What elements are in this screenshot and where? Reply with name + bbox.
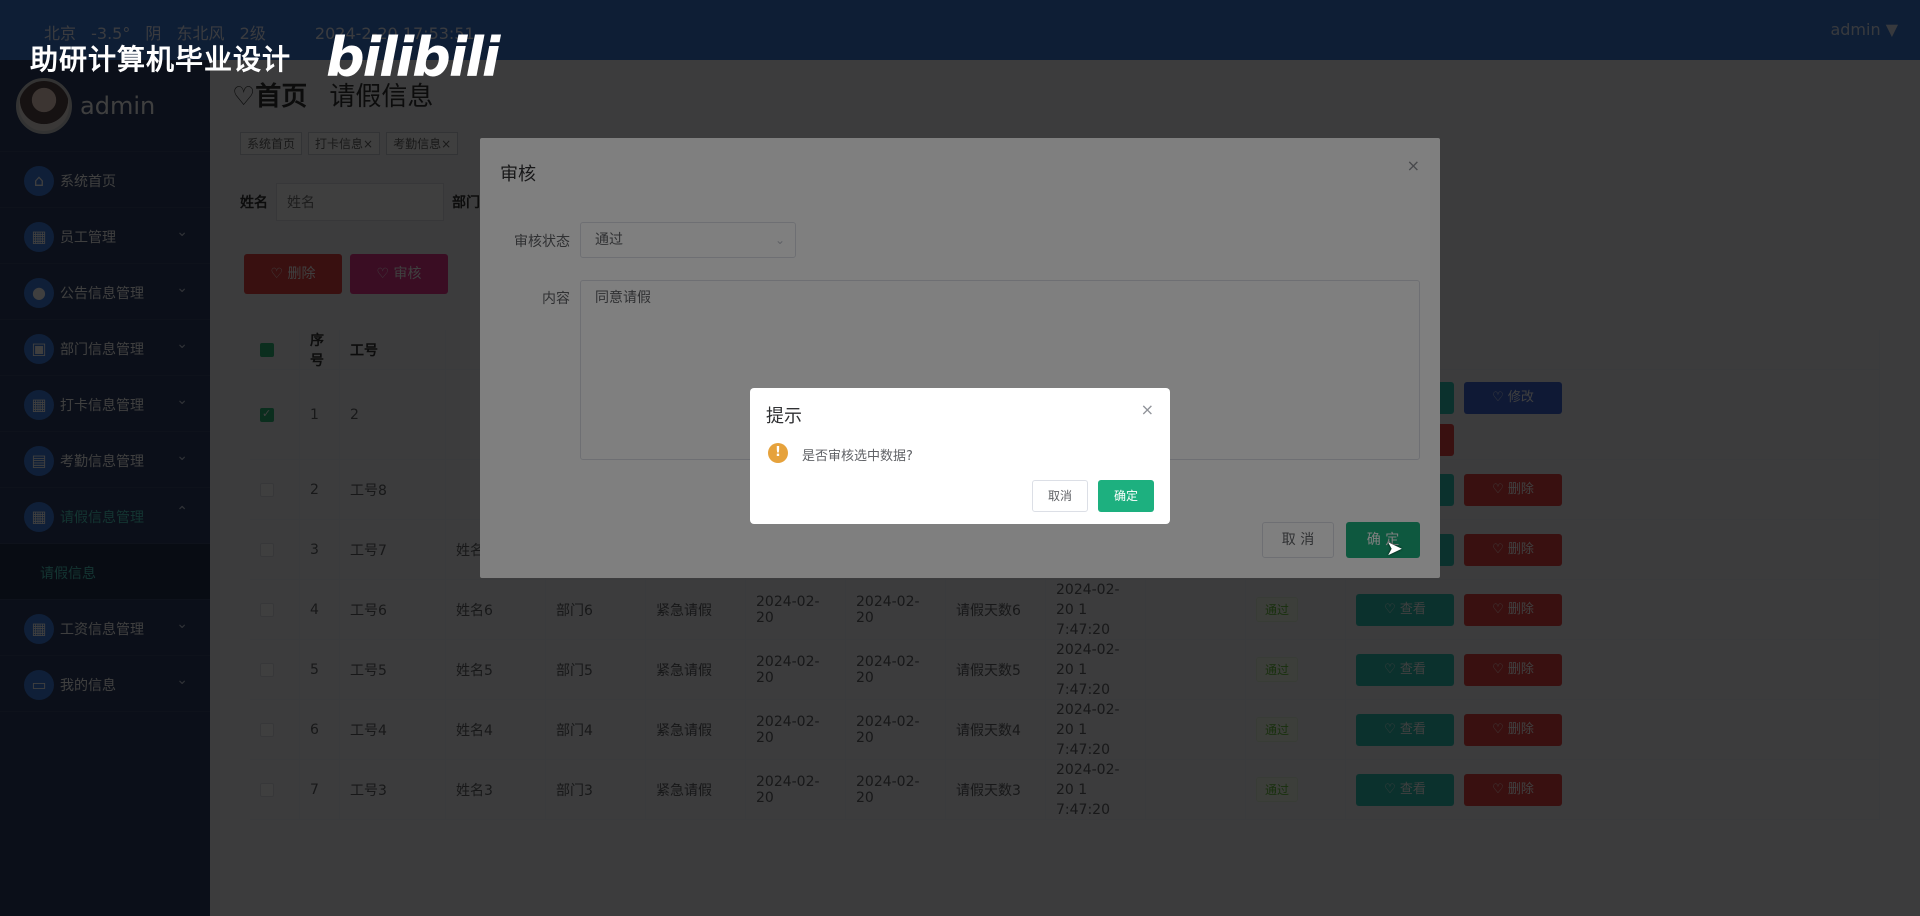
confirm-close-icon[interactable]: ×	[1141, 400, 1154, 419]
mouse-cursor-icon: ➤	[1386, 536, 1403, 560]
warning-icon: !	[768, 443, 788, 463]
confirm-ok-button[interactable]: 确定	[1098, 480, 1154, 512]
confirm-box: 提示 × ! 是否审核选中数据? 取消 确定	[750, 388, 1170, 524]
bilibili-logo: bilibili	[326, 26, 500, 89]
confirm-title: 提示	[766, 406, 802, 427]
watermark-text: 助研计算机毕业设计	[30, 43, 292, 76]
confirm-cancel-button[interactable]: 取消	[1032, 480, 1088, 512]
confirm-message: 是否审核选中数据?	[802, 449, 913, 464]
